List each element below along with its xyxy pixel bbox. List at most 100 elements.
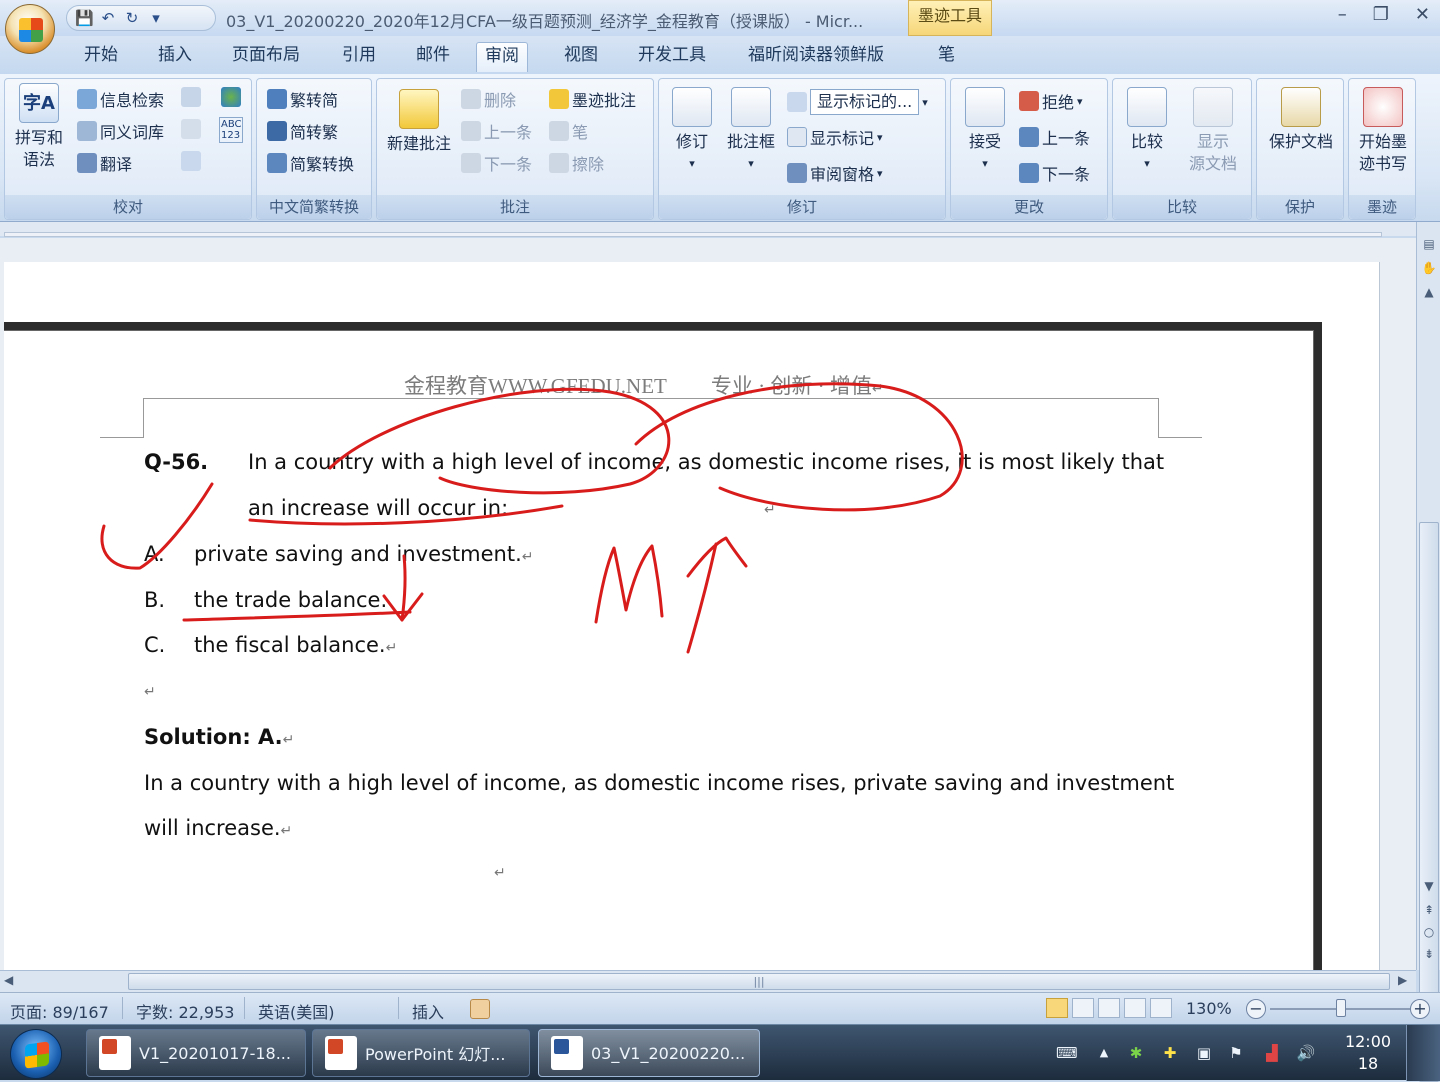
balloons-dropdown-icon[interactable]: ▾	[721, 153, 781, 175]
balloons-button[interactable]: 批注框 ▾	[721, 87, 781, 175]
option-c-letter: C.	[144, 633, 166, 657]
header-rule	[143, 398, 1159, 399]
web-layout-icon[interactable]	[1098, 998, 1120, 1018]
tab-view[interactable]: 视图	[556, 42, 606, 72]
scroll-up-icon[interactable]: ▲	[1419, 282, 1439, 302]
show-desktop-button[interactable]	[1406, 1025, 1440, 1081]
network-icon[interactable]: ▟	[1262, 1043, 1282, 1063]
show-hidden-icons[interactable]: ▲	[1094, 1043, 1114, 1063]
minimize-button[interactable]: –	[1338, 4, 1347, 25]
add-tray-icon[interactable]: ✚	[1160, 1043, 1180, 1063]
accept-dropdown-icon[interactable]: ▾	[957, 153, 1013, 175]
customize-qat-icon[interactable]: ▾	[147, 9, 165, 27]
tab-review[interactable]: 审阅	[476, 42, 528, 72]
office-button[interactable]	[5, 4, 55, 54]
word-count-icon[interactable]: ABC 123	[219, 117, 243, 143]
tab-home[interactable]: 开始	[76, 42, 126, 72]
close-button[interactable]: ✕	[1415, 4, 1430, 25]
horizontal-scroll-thumb[interactable]: |||	[128, 973, 1390, 990]
undo-icon[interactable]: ↶	[99, 9, 117, 27]
screentip-icon[interactable]	[181, 87, 201, 107]
reviewing-pane-button[interactable]: 审阅窗格 ▾	[787, 161, 883, 185]
update-ime-icon[interactable]	[181, 151, 201, 171]
traditional-to-simplified-button[interactable]: 繁转简	[267, 87, 338, 111]
full-screen-reading-icon[interactable]	[1072, 998, 1094, 1018]
redo-icon[interactable]: ↻	[123, 9, 141, 27]
language-indicator[interactable]: 英语(美国)	[258, 999, 335, 1023]
zoom-in-button[interactable]: +	[1410, 999, 1430, 1019]
tab-developer[interactable]: 开发工具	[630, 42, 714, 72]
tab-mailings[interactable]: 邮件	[408, 42, 458, 72]
reject-button[interactable]: 拒绝 ▾	[1019, 89, 1083, 113]
outline-view-icon[interactable]	[1124, 998, 1146, 1018]
taskbar-item-word[interactable]: 03_V1_20200220...	[538, 1029, 760, 1077]
new-comment-button[interactable]: 新建批注	[383, 89, 455, 155]
action-center-flag-icon[interactable]: ⚑	[1226, 1043, 1246, 1063]
select-browse-object-icon[interactable]: ○	[1419, 922, 1439, 942]
thesaurus-button[interactable]: 同义词库	[77, 119, 164, 143]
erase-label: 擦除	[572, 155, 605, 174]
ink-comment-button[interactable]: 墨迹批注	[549, 87, 636, 111]
erase-button[interactable]: 擦除	[549, 151, 604, 175]
zoom-out-button[interactable]: −	[1246, 999, 1266, 1019]
word-count[interactable]: 字数: 22,953	[136, 999, 234, 1023]
pen-button[interactable]: 笔	[549, 119, 588, 143]
insert-mode[interactable]: 插入	[412, 999, 444, 1023]
taskbar-item-ppt-1[interactable]: V1_20201017-18...	[86, 1029, 306, 1077]
accept-button[interactable]: 接受 ▾	[957, 87, 1013, 175]
show-source-button[interactable]: 显示 源文档	[1179, 87, 1247, 175]
zoom-slider-handle[interactable]	[1336, 999, 1346, 1017]
horizontal-scrollbar[interactable]: ◀ ||| ▶	[0, 970, 1416, 992]
start-button[interactable]	[10, 1029, 62, 1079]
protect-document-button[interactable]: 保护文档	[1261, 87, 1341, 153]
scroll-left-icon[interactable]: ◀	[4, 973, 13, 987]
spelling-button[interactable]: 字A 拼写和 语法	[11, 83, 67, 171]
page-count[interactable]: 页面: 89/167	[10, 999, 109, 1023]
start-inking-button[interactable]: 开始墨 迹书写	[1351, 87, 1415, 175]
tab-insert[interactable]: 插入	[150, 42, 200, 72]
tab-foxit[interactable]: 福昕阅读器领鲜版	[740, 42, 892, 72]
print-layout-view-icon[interactable]	[1046, 998, 1068, 1018]
set-language-icon[interactable]	[221, 87, 241, 107]
research-button[interactable]: 信息检索	[77, 87, 164, 111]
scroll-down-icon[interactable]: ▼	[1419, 876, 1439, 896]
vertical-scrollbar[interactable]: ▤ ✋ ▲ ▼ ⇞ ○ ⇟	[1416, 222, 1440, 1082]
tab-references[interactable]: 引用	[334, 42, 384, 72]
show-markup-button[interactable]: 显示标记 ▾	[787, 125, 883, 149]
app-tray-icon[interactable]: ✱	[1126, 1043, 1146, 1063]
next-change-button[interactable]: 下一条	[1019, 161, 1090, 185]
previous-change-button[interactable]: 上一条	[1019, 125, 1090, 149]
track-changes-button[interactable]: 修订 ▾	[665, 87, 719, 175]
previous-page-icon[interactable]: ⇞	[1419, 900, 1439, 920]
taskbar-item-ppt-2[interactable]: PowerPoint 幻灯...	[312, 1029, 530, 1077]
compare-dropdown-icon[interactable]: ▾	[1119, 153, 1175, 175]
view-ruler-icon[interactable]: ▤	[1419, 234, 1439, 254]
compare-button[interactable]: 比较 ▾	[1119, 87, 1175, 175]
translate-button[interactable]: 翻译	[77, 151, 132, 175]
track-changes-dropdown-icon[interactable]: ▾	[665, 153, 719, 175]
zoom-level[interactable]: 130%	[1186, 999, 1232, 1018]
draft-view-icon[interactable]	[1150, 998, 1172, 1018]
next-comment-button[interactable]: 下一条	[461, 151, 532, 175]
delete-comment-label: 删除	[484, 91, 517, 110]
save-icon[interactable]: 💾	[75, 9, 94, 27]
tab-page-layout[interactable]: 页面布局	[224, 42, 308, 72]
scroll-right-icon[interactable]: ▶	[1398, 973, 1407, 987]
previous-comment-button[interactable]: 上一条	[461, 119, 532, 143]
ink-tools-context-tab[interactable]: 墨迹工具	[908, 0, 992, 36]
tab-pen[interactable]: 笔	[930, 42, 963, 72]
chinese-conversion-button[interactable]: 简繁转换	[267, 151, 354, 175]
next-comment-icon	[461, 153, 481, 173]
pan-hand-icon[interactable]: ✋	[1419, 258, 1439, 278]
simplified-to-traditional-button[interactable]: 简转繁	[267, 119, 338, 143]
device-icon[interactable]: ▣	[1194, 1043, 1214, 1063]
next-page-icon[interactable]: ⇟	[1419, 944, 1439, 964]
display-for-review-select[interactable]: 显示标记的... ▾	[787, 89, 928, 115]
volume-icon[interactable]: 🔊	[1296, 1043, 1316, 1063]
keyboard-icon[interactable]: ⌨	[1056, 1043, 1078, 1063]
delete-comment-button[interactable]: 删除	[461, 87, 516, 111]
macro-record-icon[interactable]	[470, 999, 490, 1019]
translation-tip-icon[interactable]	[181, 119, 201, 139]
system-clock[interactable]: 12:00 18	[1336, 1031, 1400, 1075]
restore-button[interactable]: ❐	[1373, 4, 1389, 25]
